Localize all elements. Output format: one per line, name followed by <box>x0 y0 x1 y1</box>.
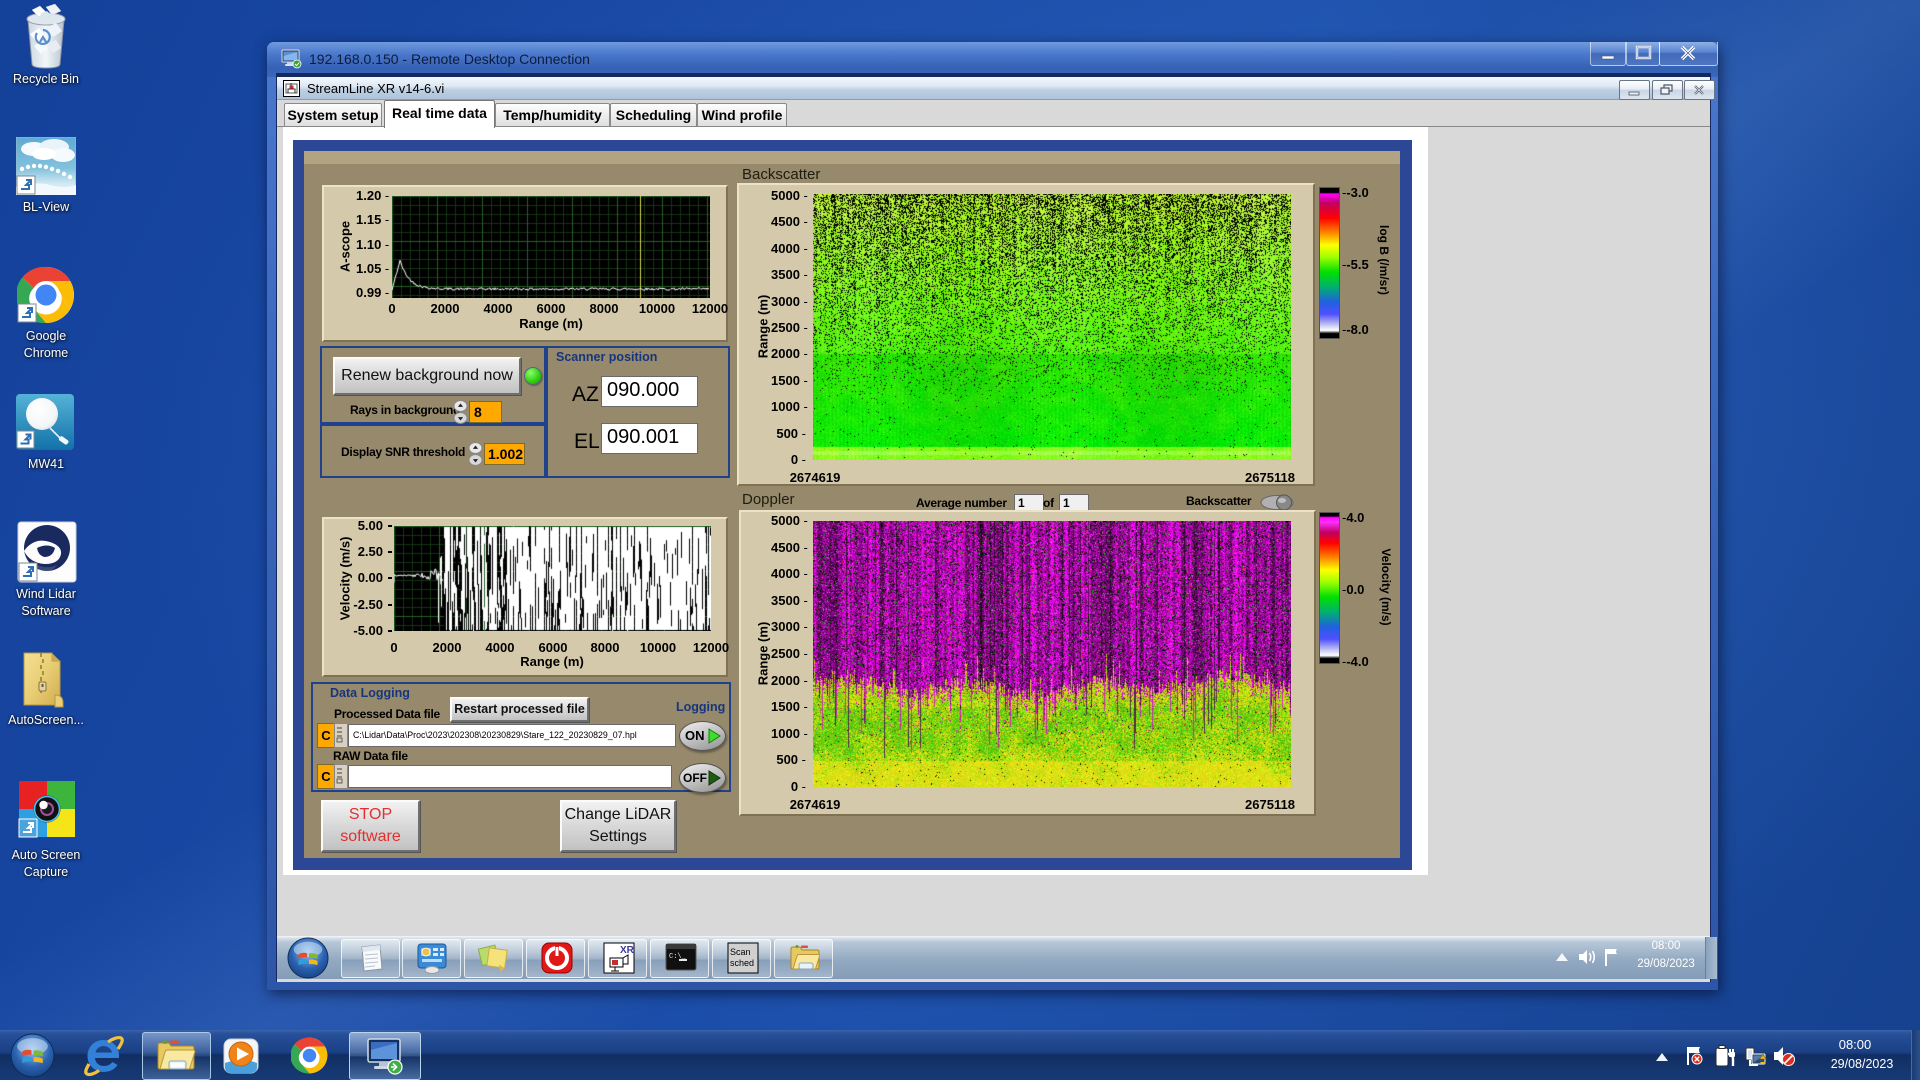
svg-text:Scan: Scan <box>730 947 751 957</box>
svg-text:XR: XR <box>620 945 635 956</box>
svg-text:sched: sched <box>730 958 754 968</box>
